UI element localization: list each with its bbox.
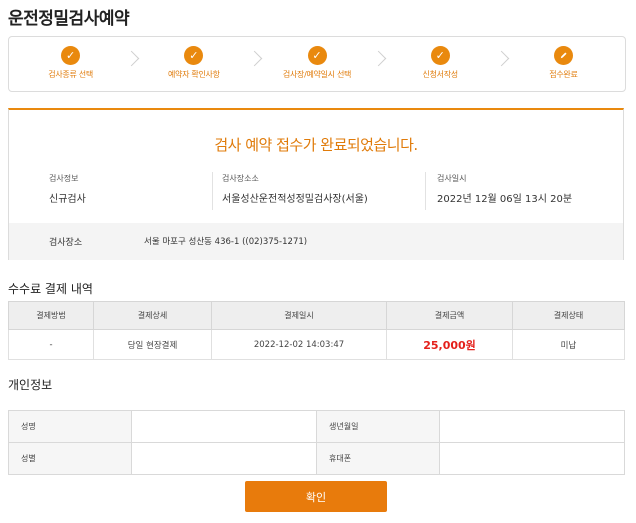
location-label: 검사장소: [49, 238, 83, 248]
check-icon: ✓: [307, 46, 327, 65]
phone-label: 휴대폰: [316, 442, 440, 475]
info-value: 2022년 12월 06일 13시 20분: [437, 194, 573, 205]
column-header: 결제금액: [386, 301, 513, 330]
birth-value: [439, 410, 625, 443]
payment-method: -: [8, 329, 94, 360]
payment-section-title: 수수료 결제 내역: [8, 282, 93, 296]
payment-status: 미납: [512, 329, 625, 360]
check-icon: ✓: [61, 46, 81, 65]
column-header: 결제방법: [8, 301, 94, 330]
confirm-button[interactable]: 확인: [245, 481, 387, 512]
info-label: 검사장소소: [222, 174, 259, 183]
info-label: 검사일시: [437, 174, 467, 183]
step-label: 예약자 확인사항: [167, 70, 220, 79]
step-label: 신청서작성: [422, 70, 459, 79]
table-row: 성별 휴대폰: [8, 442, 625, 475]
step-label: 검사종류 선택: [48, 70, 93, 79]
step-select-site-date: ✓ 검사장/예약일시 선택: [255, 37, 386, 91]
info-value: 서울성산운전적성정밀검사장(서울): [222, 194, 368, 205]
table-row: - 당일 현장결제 2022-12-02 14:03:47 25,000원 미납: [8, 329, 625, 360]
name-label: 성명: [8, 410, 132, 443]
column-header: 결제상태: [512, 301, 625, 330]
divider: [425, 172, 426, 210]
gender-label: 성별: [8, 442, 132, 475]
step-label: 접수완료: [549, 70, 578, 79]
phone-value: [439, 442, 625, 475]
page-title: 운전정밀검사예약: [8, 9, 130, 29]
step-reservation-notice: ✓ 예약자 확인사항: [132, 37, 263, 91]
personal-section-title: 개인정보: [8, 378, 53, 392]
table-row: 성명 생년월일: [8, 410, 625, 443]
column-header: 결제상세: [93, 301, 212, 330]
location-value: 서울 마포구 성산동 436-1 ((02)375-1271): [144, 237, 308, 247]
info-label: 검사정보: [49, 174, 79, 183]
result-headline: 검사 예약 접수가 완료되었습니다.: [214, 136, 418, 154]
birth-label: 생년월일: [316, 410, 440, 443]
table-header-row: 결제방법 결제상세 결제일시 결제금액 결제상태: [8, 301, 625, 330]
step-label: 검사장/예약일시 선택: [282, 70, 352, 79]
step-application: ✓ 신청서작성: [379, 37, 510, 91]
step-select-type: ✓ 검사종류 선택: [9, 37, 140, 91]
check-icon: ✓: [430, 46, 450, 65]
info-exam-datetime: 검사일시 2022년 12월 06일 13시 20분: [437, 173, 572, 205]
info-value: 신규검사: [49, 194, 86, 205]
payment-datetime: 2022-12-02 14:03:47: [211, 329, 387, 360]
info-exam-site: 검사장소소 서울성산운전적성정밀검사장(서울): [222, 173, 368, 205]
pencil-icon: [553, 46, 573, 65]
check-icon: ✓: [184, 46, 204, 65]
personal-info-table: 성명 생년월일 성별 휴대폰: [8, 410, 625, 475]
gender-value: [131, 442, 317, 475]
payment-table: 결제방법 결제상세 결제일시 결제금액 결제상태 - 당일 현장결제 2022-…: [8, 301, 625, 360]
payment-amount: 25,000원: [386, 329, 513, 360]
info-exam-type: 검사정보 신규검사: [49, 173, 86, 205]
progress-steps: ✓ 검사종류 선택 ✓ 예약자 확인사항 ✓ 검사장/예약일시 선택 ✓ 신청서…: [8, 36, 626, 92]
step-complete: 접수완료: [502, 37, 625, 91]
exam-location-row: 검사장소 서울 마포구 성산동 436-1 ((02)375-1271): [9, 223, 623, 260]
column-header: 결제일시: [211, 301, 387, 330]
reservation-result-panel: 검사 예약 접수가 완료되었습니다. 검사정보 신규검사 검사장소소 서울성산운…: [8, 108, 624, 260]
payment-detail: 당일 현장결제: [93, 329, 212, 360]
name-value: [131, 410, 317, 443]
divider: [212, 172, 213, 210]
